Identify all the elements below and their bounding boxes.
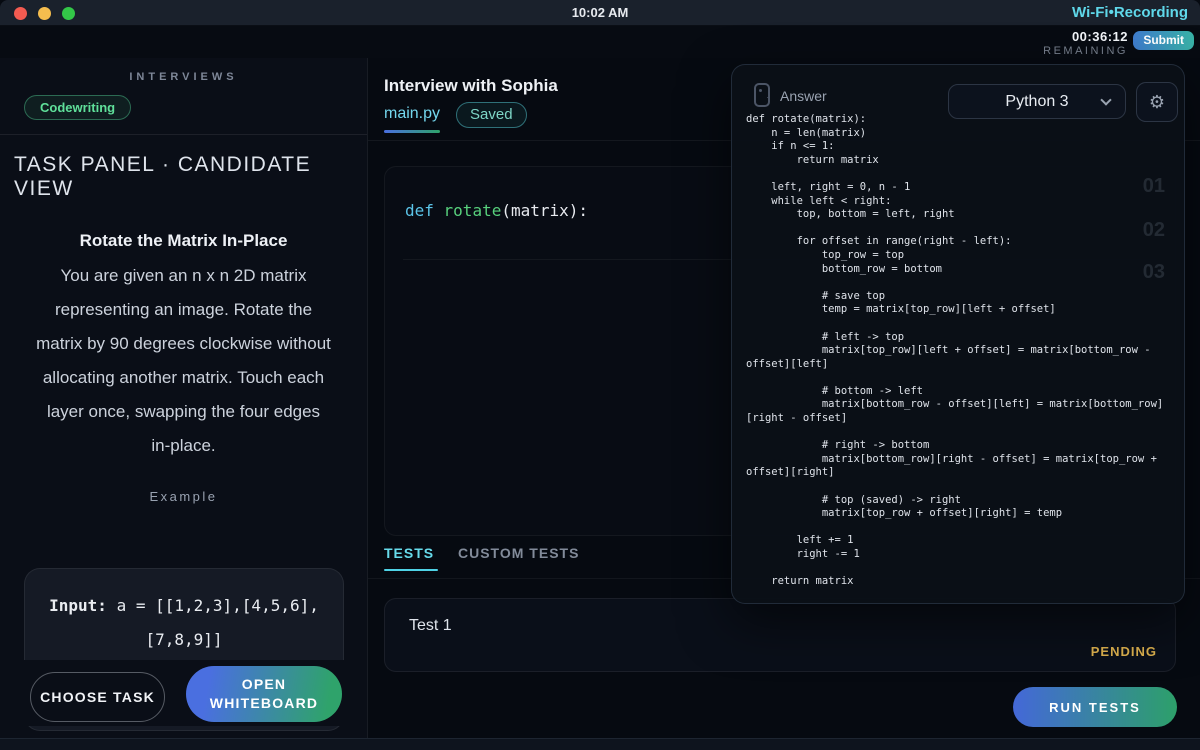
submit-button[interactable]: Submit	[1133, 31, 1194, 50]
choose-task-button[interactable]: CHOOSE TASK	[30, 672, 165, 722]
session-bar: 00:36:12 REMAINING Submit	[0, 26, 1200, 58]
codewriting-badge: Codewriting	[24, 95, 131, 120]
run-tests-button[interactable]: RUN TESTS	[1013, 687, 1177, 727]
wifi-recording-status: Wi-Fi•Recording	[1072, 4, 1188, 21]
active-tab-underline	[384, 130, 440, 133]
language-select-value: Python 3	[1005, 93, 1068, 110]
timer-value: 00:36:12	[1043, 29, 1128, 44]
step-number-01: 01	[1143, 175, 1165, 198]
page-title: Interview with Sophia	[384, 76, 558, 96]
menu-bar: 10:02 AM Wi-Fi•Recording	[0, 0, 1200, 26]
example-input-label: Input:	[49, 596, 107, 615]
countdown-timer: 00:36:12 REMAINING	[1043, 29, 1128, 57]
assistant-icon	[754, 83, 770, 107]
tab-tests[interactable]: TESTS	[384, 545, 438, 571]
test-row[interactable]: Test 1 PENDING	[384, 598, 1176, 672]
task-title: Rotate the Matrix In-Place	[0, 231, 367, 251]
code-function-name: rotate	[434, 201, 501, 220]
open-whiteboard-button[interactable]: OPEN WHITEBOARD	[186, 666, 342, 722]
interviews-label: INTERVIEWS	[0, 71, 367, 83]
tab-tests-label: TESTS	[384, 545, 434, 561]
tab-main-py[interactable]: main.py	[384, 105, 440, 123]
timer-label: REMAINING	[1043, 45, 1128, 57]
clock: 10:02 AM	[0, 5, 1200, 20]
sidebar-divider	[0, 134, 367, 135]
editor-code-line: def rotate(matrix):	[405, 201, 588, 220]
chevron-down-icon	[1100, 94, 1111, 105]
tests-tab-underline	[384, 569, 438, 571]
tests-tab-bar: TESTS CUSTOM TESTS	[384, 545, 438, 571]
app-window: 10:02 AM Wi-Fi•Recording 00:36:12 REMAIN…	[0, 0, 1200, 750]
example-label: Example	[0, 489, 367, 504]
code-signature: (matrix):	[501, 201, 588, 220]
example-input: Input: a = [[1,2,3],[4,5,6], [7,8,9]]	[37, 589, 331, 657]
step-number-03: 03	[1143, 261, 1165, 284]
panel-title: TASK PANEL · CANDIDATE VIEW	[14, 153, 353, 201]
window-bottom-strip	[0, 738, 1200, 750]
test-status-badge: PENDING	[1091, 644, 1157, 659]
saved-status-badge: Saved	[456, 102, 527, 128]
task-sidebar: INTERVIEWS Codewriting TASK PANEL · CAND…	[0, 58, 368, 738]
step-number-02: 02	[1143, 219, 1165, 242]
answer-code: def rotate(matrix): n = len(matrix) if n…	[746, 113, 1174, 589]
answer-panel-title: Answer	[780, 88, 827, 104]
tab-custom-tests[interactable]: CUSTOM TESTS	[458, 545, 579, 561]
code-keyword: def	[405, 201, 434, 220]
test-name: Test 1	[409, 617, 452, 635]
answer-panel: Answer Python 3 ⚙ def rotate(matrix): n …	[731, 64, 1185, 604]
sidebar-actions: CHOOSE TASK OPEN WHITEBOARD	[0, 660, 368, 726]
example-input-value: a = [[1,2,3],[4,5,6], [7,8,9]]	[107, 596, 319, 649]
task-description: You are given an n x n 2D matrix represe…	[0, 259, 367, 463]
